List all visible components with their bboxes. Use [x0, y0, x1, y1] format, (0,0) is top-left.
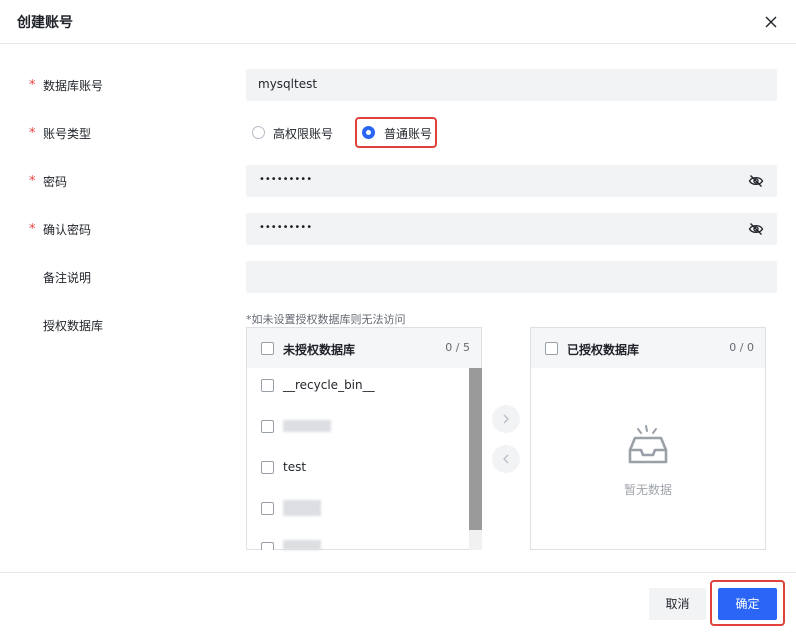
db-account-label: 数据库账号 — [43, 79, 104, 93]
chevron-left-icon — [503, 454, 509, 464]
authorized-db-label: 授权数据库 — [43, 319, 104, 333]
remark-label: 备注说明 — [43, 271, 92, 285]
close-icon[interactable] — [762, 13, 780, 31]
item-checkbox[interactable] — [261, 461, 274, 474]
redacted-item-label — [283, 420, 331, 432]
radio-high-privilege[interactable]: 高权限账号 — [252, 124, 342, 142]
remark-input[interactable] — [246, 261, 777, 293]
required-mark: * — [29, 126, 36, 141]
panel-title: 未授权数据库 — [283, 343, 356, 357]
item-label: test — [283, 460, 307, 474]
highlight-box — [355, 117, 437, 148]
eye-off-icon[interactable] — [748, 174, 764, 188]
select-all-checkbox[interactable] — [545, 342, 558, 355]
dialog-header: 创建账号 — [0, 0, 796, 44]
panel-header: 未授权数据库 0 / 5 — [247, 328, 481, 368]
move-left-button[interactable] — [492, 445, 520, 473]
db-account-input[interactable]: mysqltest — [246, 69, 777, 101]
confirm-password-label: 确认密码 — [43, 223, 92, 237]
dialog-title: 创建账号 — [17, 15, 73, 31]
move-right-button[interactable] — [492, 405, 520, 433]
radio-high-privilege-label: 高权限账号 — [273, 127, 334, 141]
required-mark: * — [29, 78, 36, 93]
select-all-checkbox[interactable] — [261, 342, 274, 355]
highlight-box — [710, 580, 785, 626]
item-checkbox[interactable] — [261, 379, 274, 392]
panel-count: 0 / 0 — [729, 341, 754, 354]
required-mark: * — [29, 174, 36, 189]
db-account-value: mysqltest — [258, 77, 318, 91]
password-input[interactable]: ••••••••• — [246, 165, 777, 197]
scrollbar-thumb[interactable] — [469, 368, 482, 530]
redacted-item-label — [283, 500, 321, 516]
chevron-right-icon — [503, 414, 509, 424]
panel-header: 已授权数据库 0 / 0 — [531, 328, 765, 368]
authorized-db-hint: *如未设置授权数据库则无法访问 — [246, 313, 406, 326]
item-checkbox[interactable] — [261, 420, 274, 433]
password-value: ••••••••• — [259, 174, 313, 185]
item-checkbox[interactable] — [261, 502, 274, 515]
empty-text: 暂无数据 — [624, 483, 673, 497]
cancel-button[interactable]: 取消 — [649, 588, 706, 620]
item-checkbox[interactable] — [261, 542, 274, 550]
eye-off-icon[interactable] — [748, 222, 764, 236]
redacted-item-label — [283, 540, 321, 550]
item-label: __recycle_bin__ — [283, 378, 375, 392]
empty-inbox-icon — [628, 425, 668, 464]
required-mark: * — [29, 222, 36, 237]
panel-title: 已授权数据库 — [567, 343, 640, 357]
password-label: 密码 — [43, 175, 68, 189]
account-type-label: 账号类型 — [43, 127, 92, 141]
confirm-password-input[interactable]: ••••••••• — [246, 213, 777, 245]
panel-count: 0 / 5 — [445, 341, 470, 354]
confirm-password-value: ••••••••• — [259, 222, 313, 233]
radio-circle[interactable] — [252, 126, 265, 139]
unauthorized-db-panel: 未授权数据库 0 / 5 __recycle_bin__ test — [246, 327, 482, 550]
